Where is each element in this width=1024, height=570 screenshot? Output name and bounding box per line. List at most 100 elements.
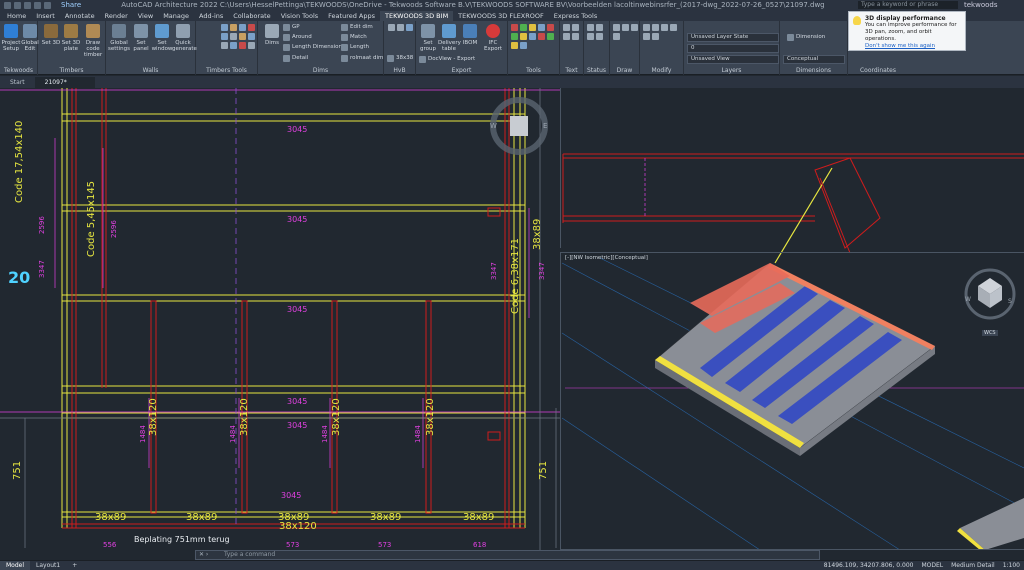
set-panel-button[interactable]: Set panel — [130, 24, 152, 52]
tab-model[interactable]: Model — [0, 560, 31, 570]
scale-icon[interactable] — [652, 33, 659, 40]
open-icon[interactable] — [14, 1, 21, 9]
tool-icon[interactable] — [221, 33, 228, 40]
hvb-tools[interactable] — [388, 24, 414, 31]
ibom-button[interactable]: IBOM — [459, 24, 481, 46]
tab-annotate[interactable]: Annotate — [60, 11, 100, 21]
detail-level[interactable]: Medium Detail — [947, 562, 999, 569]
tab-start[interactable]: Start — [0, 77, 35, 88]
tool-icon[interactable] — [248, 42, 255, 49]
save-icon[interactable] — [24, 1, 31, 9]
tool-icon[interactable] — [529, 33, 536, 40]
move-icon[interactable] — [643, 24, 650, 31]
tab-view[interactable]: View — [133, 11, 158, 21]
drawing-canvas[interactable]: 3045 3045 3045 3045 3045 3045 Code 17,54… — [0, 88, 1024, 550]
rect-icon[interactable] — [613, 33, 620, 40]
tools-grid[interactable] — [511, 24, 559, 49]
text-icon[interactable] — [572, 24, 579, 31]
delivery-table-button[interactable]: Delivery table — [438, 24, 461, 52]
tool-icon[interactable] — [239, 33, 246, 40]
tab-tekwoods-3d-bim[interactable]: TEKWOODS 3D BIM — [380, 11, 454, 21]
close-icon[interactable]: ✕ › — [199, 551, 208, 559]
set-3d-plate-button[interactable]: Set 3D plate — [60, 24, 82, 52]
tool-icon[interactable] — [547, 24, 554, 31]
model-space-toggle[interactable]: MODEL — [917, 562, 947, 569]
around-button[interactable]: Around — [282, 33, 312, 42]
arc-icon[interactable] — [631, 24, 638, 31]
quick-generate-button[interactable]: Quick generate — [172, 24, 197, 52]
trim-icon[interactable] — [670, 24, 677, 31]
tool-icon[interactable] — [230, 24, 237, 31]
set-group-button[interactable]: Set group — [417, 24, 439, 52]
circle-icon[interactable] — [622, 24, 629, 31]
status-icon[interactable] — [596, 33, 603, 40]
status-icon[interactable] — [596, 24, 603, 31]
tab-featured-apps[interactable]: Featured Apps — [323, 11, 380, 21]
viewport-top-right[interactable] — [560, 88, 1024, 248]
tab-home[interactable]: Home — [2, 11, 31, 21]
length-dimension-button[interactable]: Length Dimension — [282, 43, 342, 52]
tab-insert[interactable]: Insert — [31, 11, 60, 21]
tool-icon[interactable] — [221, 24, 228, 31]
tool-icon[interactable] — [529, 24, 536, 31]
viewport-iso[interactable]: [-][NW Isometric][Conceptual] — [560, 252, 1024, 550]
tab-add-ins[interactable]: Add-ins — [194, 11, 228, 21]
dimension-button[interactable]: Dimension — [786, 33, 825, 42]
gp-button[interactable]: GP — [282, 23, 300, 32]
layer-dropdown[interactable]: 0 — [687, 44, 779, 53]
tab-manage[interactable]: Manage — [158, 11, 194, 21]
timber-tools-grid[interactable] — [221, 24, 257, 49]
tool-icon[interactable] — [547, 33, 554, 40]
tool-icon[interactable] — [248, 24, 255, 31]
rotate-icon[interactable] — [661, 24, 668, 31]
text-tools[interactable] — [563, 24, 583, 40]
view-dropdown[interactable]: Unsaved View — [687, 55, 779, 64]
share-button[interactable]: Share — [61, 1, 81, 9]
tab-tekwoods-3d-flexroof[interactable]: TEKWOODS 3D FLEXROOF — [453, 11, 549, 21]
mirror-icon[interactable] — [643, 33, 650, 40]
tab-render[interactable]: Render — [100, 11, 133, 21]
set-window-button[interactable]: Set window — [151, 24, 173, 52]
tool-icon[interactable] — [406, 24, 413, 31]
tool-icon[interactable] — [221, 42, 228, 49]
undo-icon[interactable] — [34, 1, 41, 9]
tab-express-tools[interactable]: Express Tools — [549, 11, 602, 21]
tool-icon[interactable] — [511, 24, 518, 31]
search-input[interactable]: Type a keyword or phrase — [858, 1, 958, 9]
hvb-size[interactable]: 38x38 — [386, 54, 413, 63]
line-icon[interactable] — [613, 24, 620, 31]
modify-tools[interactable] — [643, 24, 683, 40]
set-3d-button[interactable]: Set 3D — [40, 24, 62, 46]
user-account[interactable]: tekwoods — [964, 1, 1024, 9]
quick-access-toolbar[interactable] — [4, 1, 51, 9]
global-settings-button[interactable]: Global settings — [108, 24, 130, 52]
command-input[interactable]: Type a command — [224, 551, 275, 558]
match-button[interactable]: Match — [340, 33, 367, 42]
layer-state-dropdown[interactable]: Unsaved Layer State — [687, 33, 779, 42]
tool-icon[interactable] — [538, 33, 545, 40]
status-tools[interactable] — [587, 24, 609, 40]
dont-show-link[interactable]: Don't show me this again — [865, 43, 961, 50]
status-icon[interactable] — [587, 33, 594, 40]
add-layout-button[interactable]: + — [66, 561, 83, 570]
tool-icon[interactable] — [520, 33, 527, 40]
tool-icon[interactable] — [538, 24, 545, 31]
tab-collaborate[interactable]: Collaborate — [228, 11, 275, 21]
draw-tools[interactable] — [613, 24, 639, 40]
text-icon[interactable] — [572, 33, 579, 40]
detail-button[interactable]: Detail — [282, 54, 308, 63]
length-button[interactable]: Length — [340, 43, 369, 52]
rolmaat-dim-button[interactable]: rolmaat dim — [340, 54, 383, 63]
visual-style-dropdown[interactable]: Conceptual — [783, 55, 845, 64]
annotation-scale[interactable]: 1:100 — [999, 562, 1024, 569]
draw-code-timber-button[interactable]: Draw code timber — [81, 24, 105, 58]
tool-icon[interactable] — [239, 42, 246, 49]
tool-icon[interactable] — [511, 33, 518, 40]
command-line[interactable]: ✕ › Type a command — [195, 550, 820, 560]
tool-icon[interactable] — [520, 24, 527, 31]
tool-icon[interactable] — [511, 42, 518, 49]
tool-icon[interactable] — [397, 24, 404, 31]
copy-icon[interactable] — [652, 24, 659, 31]
text-icon[interactable] — [563, 33, 570, 40]
dims-button[interactable]: Dims — [261, 24, 283, 46]
